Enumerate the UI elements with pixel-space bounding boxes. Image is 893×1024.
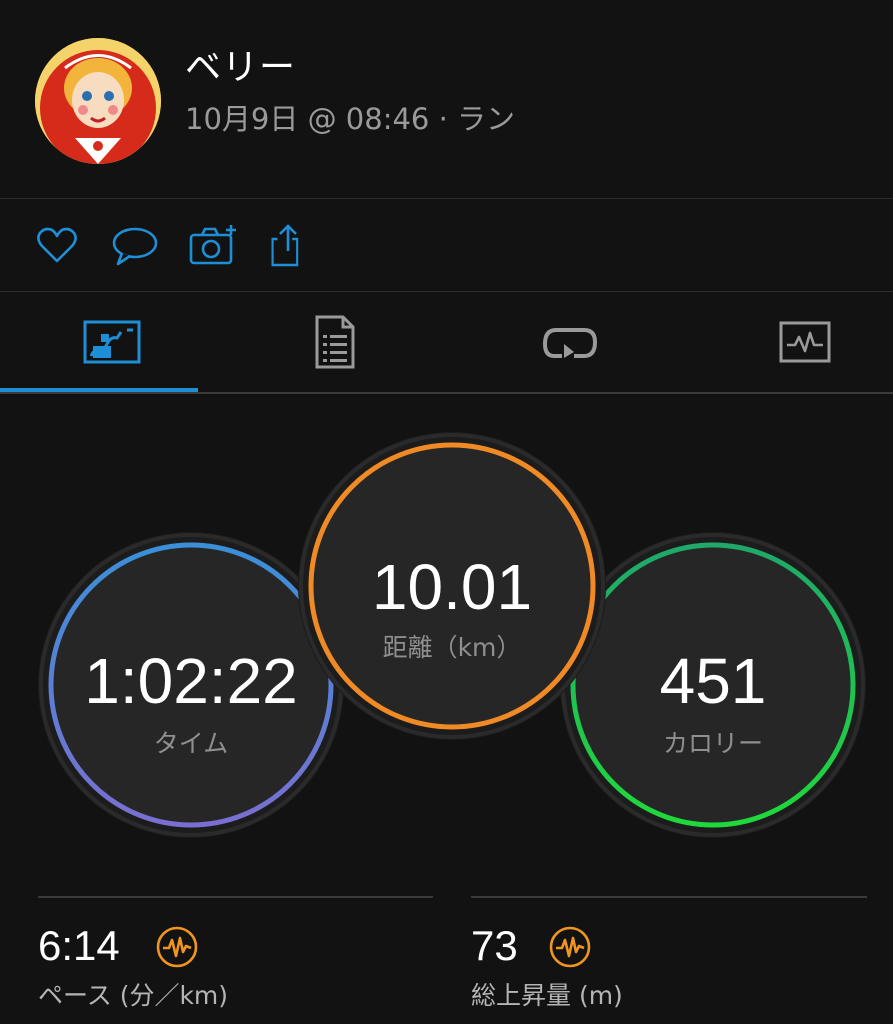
- activity-pulse-icon: [549, 926, 591, 968]
- elevation-value: 73: [471, 922, 518, 969]
- action-bar: [0, 199, 893, 291]
- distance-value: 10.01: [371, 551, 533, 623]
- tab-overview[interactable]: [0, 292, 223, 392]
- user-name[interactable]: ベリー: [185, 38, 296, 90]
- comment-icon[interactable]: [110, 223, 158, 269]
- activity-header: ベリー 10月9日 @ 08:46 · ラン: [0, 0, 893, 198]
- map-overview-icon: [83, 320, 140, 364]
- elevation-label: 総上昇量 (m): [471, 981, 623, 1010]
- elevation-divider: [471, 896, 867, 898]
- pace-label: ペース (分／km): [38, 981, 229, 1010]
- distance-label: 距離（km）: [382, 633, 522, 662]
- activity-pulse-icon: [156, 926, 198, 968]
- heart-icon[interactable]: [34, 223, 80, 269]
- active-tab-indicator: [0, 388, 198, 392]
- pace-divider: [38, 896, 433, 898]
- tab-charts[interactable]: [693, 292, 893, 392]
- avatar[interactable]: [35, 38, 161, 164]
- activity-meta: 10月9日 @ 08:46 · ラン: [185, 102, 516, 136]
- camera-add-icon[interactable]: [188, 223, 236, 269]
- tab-bar: [0, 292, 893, 394]
- distance-stat[interactable]: 10.01 距離（km）: [298, 432, 606, 740]
- details-icon: [315, 315, 354, 369]
- share-icon[interactable]: [268, 223, 314, 269]
- charts-icon: [779, 321, 830, 363]
- pace-value: 6:14: [38, 922, 120, 969]
- laps-icon: [542, 328, 597, 358]
- activity-page: ベリー 10月9日 @ 08:46 · ラン 1:02:22 タイム 451 カ…: [0, 0, 893, 1024]
- summary-stats: 1:02:22 タイム 451 カロリー 10.01 距離（km）: [0, 394, 893, 874]
- tab-laps[interactable]: [458, 292, 681, 392]
- tab-details[interactable]: [223, 292, 446, 392]
